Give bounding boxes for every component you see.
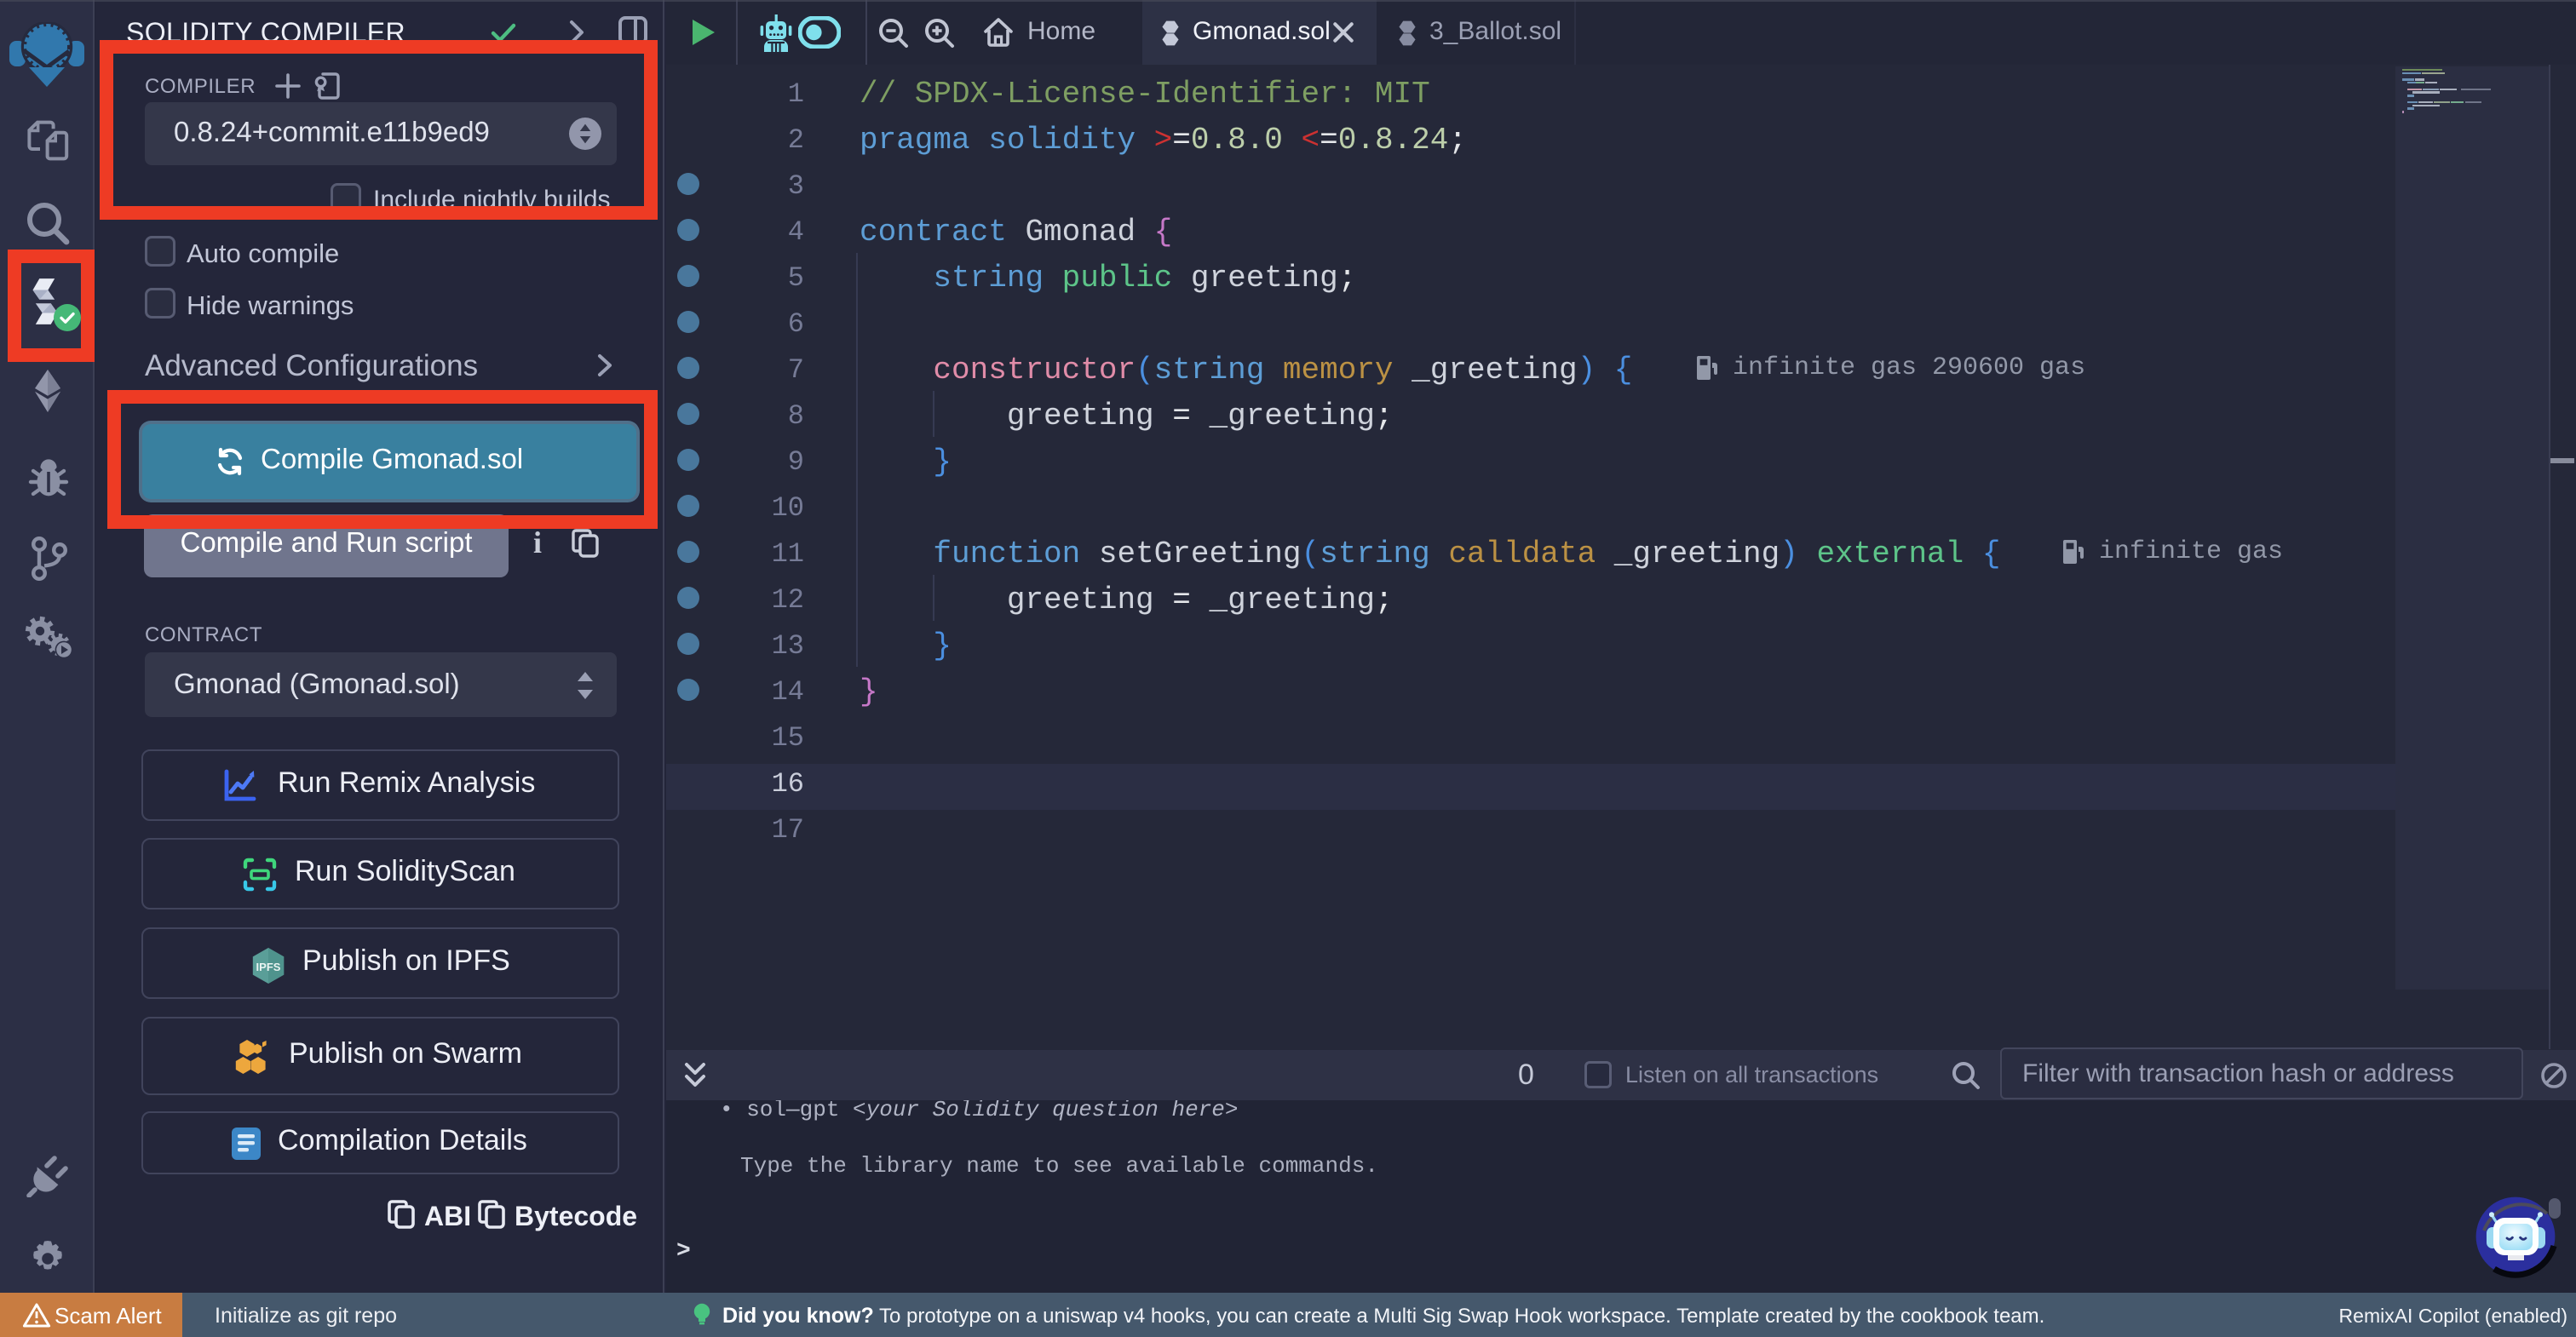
- svg-text:IPFS: IPFS: [256, 961, 281, 973]
